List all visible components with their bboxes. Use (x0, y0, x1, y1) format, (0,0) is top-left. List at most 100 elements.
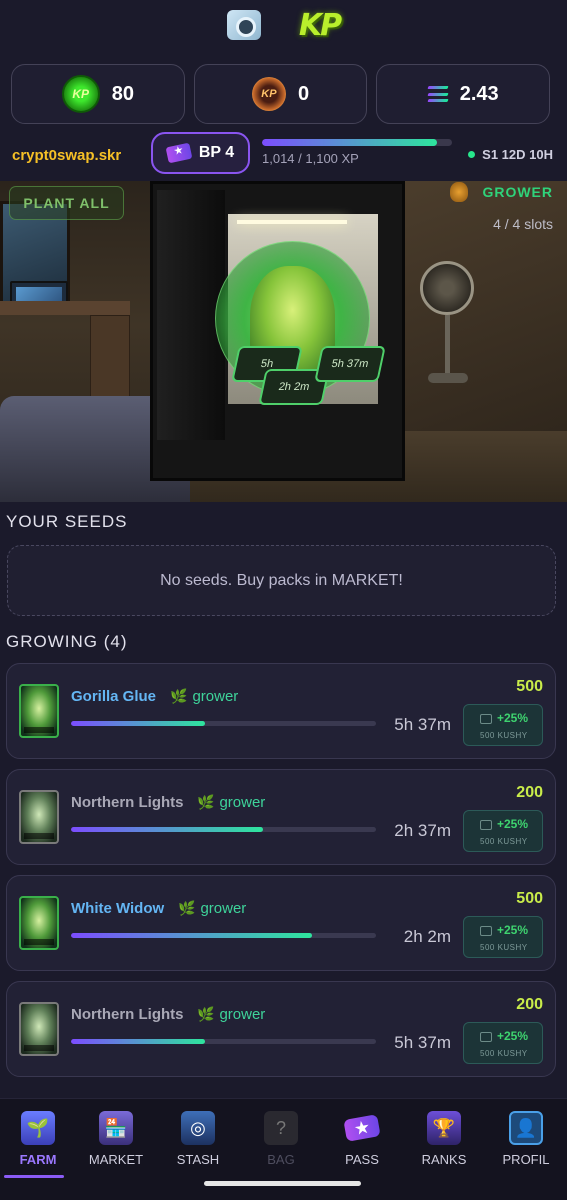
boost-cost: 500 KUSHY (480, 837, 528, 846)
grow-progress-track (71, 933, 376, 938)
grower-tag-text: grower (219, 1006, 266, 1023)
nav-farm[interactable]: 🌱 FARM (0, 1111, 76, 1181)
bp-level: BP 4 (198, 144, 235, 161)
kp-logo: KP (298, 7, 342, 43)
desk-drawers (90, 315, 130, 405)
pot-timer: 2h 2m (277, 381, 311, 393)
farm-icon: 🌱 (21, 1111, 55, 1145)
seeds-empty-state: No seeds. Buy packs in MARKET! (7, 545, 556, 616)
strain-name: White Widow (71, 900, 165, 917)
xp-progress: 1,014 / 1,100 XP (262, 139, 452, 166)
nav-label: FARM (19, 1152, 57, 1167)
kp-balance[interactable]: KP 80 (11, 64, 185, 124)
grow-progress-fill (71, 721, 206, 726)
nav-pass[interactable]: ★ PASS (324, 1111, 400, 1181)
sol-balance-value: 2.43 (459, 82, 499, 105)
xp-bar-track (262, 139, 452, 146)
header-logos: KP (0, 0, 567, 50)
grower-tag-text: grower (192, 688, 239, 705)
nav-bag[interactable]: ? BAG (243, 1111, 319, 1181)
plant-all-button[interactable]: PLANT ALL (9, 186, 124, 220)
xp-text: 1,014 / 1,100 XP (262, 151, 359, 166)
nav-label: STASH (176, 1152, 220, 1167)
boost-button[interactable]: +25% 500 KUSHY (463, 810, 543, 852)
boost-button[interactable]: +25% 500 KUSHY (463, 704, 543, 746)
solana-icon (427, 86, 449, 102)
nav-label: MARKET (88, 1152, 144, 1167)
growing-title: GROWING (4) (6, 632, 128, 651)
time-remaining: 5h 37m (394, 715, 451, 734)
harvest-value: 200 (516, 784, 543, 801)
kp-coin-icon: KP (61, 75, 100, 113)
grow-room-scene: 5h 2h 2m 5h 37m PLANT ALL GROWER 4 / 4 s… (0, 181, 567, 502)
harvest-value: 500 (516, 678, 543, 695)
home-indicator[interactable] (204, 1181, 361, 1186)
growing-plant-card[interactable]: White Widow 🌿 grower 2h 2m 500 +25% 500 … (6, 875, 556, 971)
fan-pole (445, 315, 450, 375)
grow-progress-fill (71, 933, 312, 938)
grow-progress-track (71, 827, 376, 832)
growing-plant-card[interactable]: Northern Lights 🌿 grower 2h 37m 200 +25%… (6, 769, 556, 865)
nav-ranks[interactable]: 🏆 RANKS (406, 1111, 482, 1181)
time-remaining: 2h 37m (394, 821, 451, 840)
profile-icon: 👤 (509, 1111, 543, 1145)
boost-cost: 500 KUSHY (480, 943, 528, 952)
balance-bar: KP 80 KP 0 2.43 (11, 64, 551, 124)
leaf-icon: 🌿 (178, 900, 196, 916)
live-dot-icon (468, 151, 476, 158)
strain-name: Gorilla Glue (71, 688, 157, 705)
growing-plant-card[interactable]: Northern Lights 🌿 grower 5h 37m 200 +25%… (6, 981, 556, 1077)
nav-market[interactable]: 🏪 MARKET (78, 1111, 154, 1181)
boost-icon (480, 714, 492, 724)
battle-pass-button[interactable]: BP 4 (151, 132, 250, 174)
leaf-icon: 🌿 (197, 1006, 215, 1022)
nav-stash[interactable]: ◎ STASH (160, 1111, 236, 1181)
grow-light (237, 220, 347, 224)
grower-tag: 🌿 grower (170, 688, 238, 705)
pass-icon: ★ (343, 1114, 381, 1142)
username[interactable]: crypt0swap.skr (12, 147, 121, 164)
active-indicator (4, 1175, 64, 1178)
slots-count: 4 / 4 slots (493, 216, 553, 232)
leaf-icon: 🌿 (197, 794, 215, 810)
gold-balance[interactable]: KP 0 (193, 64, 368, 124)
nav-label: PASS (345, 1152, 379, 1167)
season-timer: S1 12D 10H (468, 147, 553, 162)
strain-name: Northern Lights (71, 794, 184, 811)
harvest-value: 200 (516, 996, 543, 1013)
gold-balance-value: 0 (297, 82, 310, 105)
kp-balance-value: 80 (111, 82, 134, 105)
boost-cost: 500 KUSHY (480, 731, 528, 740)
nav-profil[interactable]: 👤 PROFIL (488, 1111, 564, 1181)
grower-tag-text: grower (219, 794, 266, 811)
boost-icon (480, 926, 492, 936)
sol-balance[interactable]: 2.43 (376, 64, 551, 124)
boost-icon (480, 1032, 492, 1042)
boost-button[interactable]: +25% 500 KUSHY (463, 916, 543, 958)
pot-timer: 5h 37m (330, 358, 370, 370)
leaf-icon: 🌿 (170, 688, 188, 704)
strain-card-thumbnail (19, 896, 59, 950)
boost-button[interactable]: +25% 500 KUSHY (463, 1022, 543, 1064)
strain-card-thumbnail (19, 1002, 59, 1056)
nav-label: BAG (267, 1152, 295, 1167)
market-icon: 🏪 (99, 1111, 133, 1145)
strain-name: Northern Lights (71, 1006, 184, 1023)
boost-percent: +25% (497, 711, 529, 725)
growing-plant-card[interactable]: Gorilla Glue 🌿 grower 5h 37m 500 +25% 50… (6, 663, 556, 759)
grower-tag-text: grower (200, 900, 247, 917)
grow-progress-track (71, 721, 376, 726)
nav-label: PROFIL (502, 1152, 550, 1167)
grow-progress-track (71, 1039, 376, 1044)
user-row: crypt0swap.skr BP 4 1,014 / 1,100 XP S1 … (0, 132, 567, 176)
time-remaining: 2h 2m (403, 927, 451, 946)
ranks-icon: 🏆 (427, 1111, 461, 1145)
fan-base (428, 373, 468, 383)
camera-app-icon[interactable] (226, 10, 261, 40)
grower-tag: 🌿 grower (197, 1006, 265, 1023)
money-bag-icon (450, 182, 469, 202)
pot-tile[interactable]: 5h 37m (314, 346, 386, 382)
boost-cost: 500 KUSHY (480, 1049, 528, 1058)
stash-icon: ◎ (181, 1111, 215, 1145)
grow-progress-fill (71, 827, 264, 832)
